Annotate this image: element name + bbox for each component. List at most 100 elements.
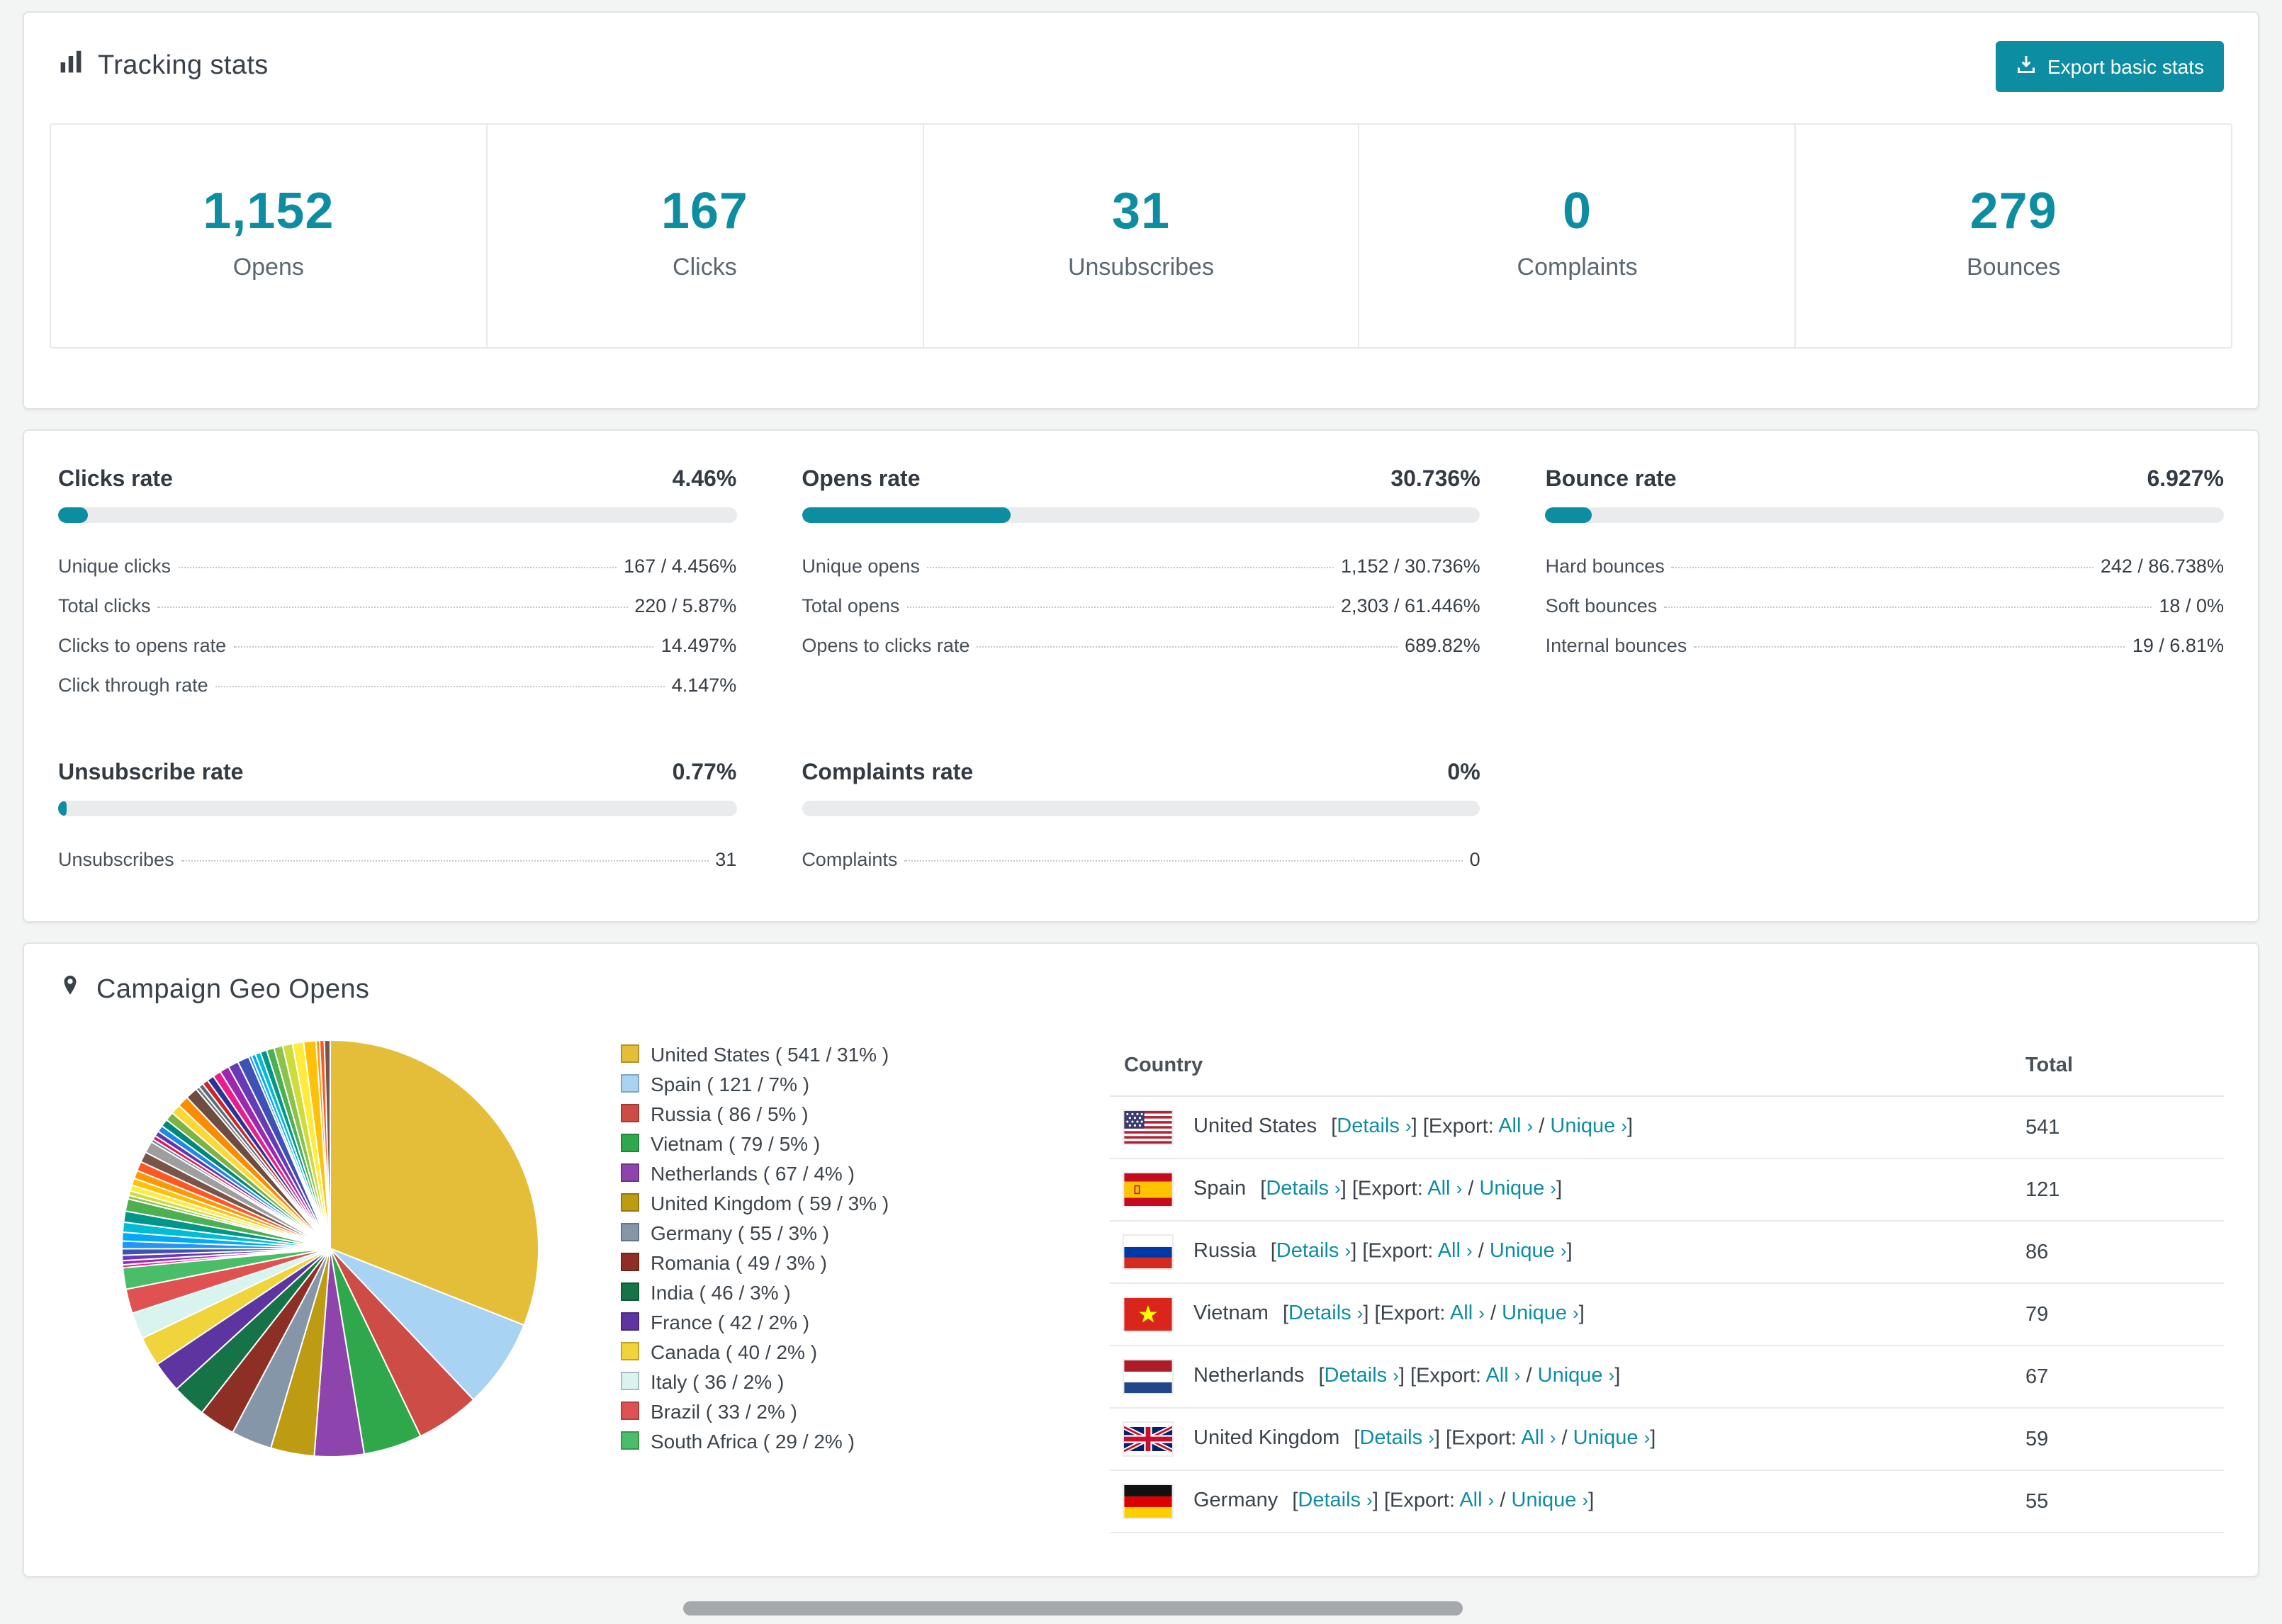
legend-label: United Kingdom ( 59 / 3% ): [651, 1191, 889, 1214]
chevron-right-icon: ›: [1527, 1115, 1534, 1137]
export-all-link[interactable]: All ›: [1427, 1178, 1462, 1201]
details-link[interactable]: Details ›: [1298, 1490, 1372, 1513]
dotted-leader: [215, 685, 665, 687]
rate-block-opens-rate: Opens rate 30.736% Unique opens 1,152 / …: [802, 468, 1480, 704]
country-total: 59: [2011, 1408, 2224, 1471]
stat-label: Clicks: [673, 254, 737, 281]
legend-item-vietnam: Vietnam ( 79 / 5% ): [621, 1128, 982, 1158]
nl-flag-icon: [1124, 1360, 1172, 1393]
export-unique-link[interactable]: Unique ›: [1490, 1241, 1567, 1263]
rate-value: 4.46%: [672, 468, 737, 492]
export-unique-link[interactable]: Unique ›: [1479, 1178, 1556, 1201]
geo-table-row-united-kingdom: United Kingdom [Details ›] [Export: All …: [1110, 1408, 2224, 1471]
geo-title: Campaign Geo Opens: [58, 972, 369, 1008]
rate-row-value: 4.147%: [671, 674, 737, 695]
country-total: 79: [2011, 1283, 2224, 1346]
geo-table: Country Total United States [Details ›] …: [1110, 1036, 2224, 1533]
rate-row-label: Total opens: [802, 594, 900, 616]
geo-table-row-united-states: United States [Details ›] [Export: All ›…: [1110, 1096, 2224, 1159]
export-icon: [2015, 54, 2036, 79]
country-name: Spain: [1193, 1178, 1247, 1201]
chevron-right-icon: ›: [1643, 1427, 1651, 1449]
export-all-link[interactable]: All ›: [1450, 1303, 1485, 1326]
details-link[interactable]: Details ›: [1266, 1178, 1340, 1201]
chevron-right-icon: ›: [1456, 1178, 1463, 1200]
export-all-link[interactable]: All ›: [1459, 1490, 1494, 1513]
geo-pie-chart: [118, 1036, 543, 1468]
export-all-link[interactable]: All ›: [1521, 1428, 1556, 1450]
legend-label: South Africa ( 29 / 2% ): [651, 1429, 855, 1452]
details-link[interactable]: Details ›: [1276, 1241, 1351, 1263]
rate-progress-bar: [802, 801, 1480, 816]
dotted-leader: [157, 606, 628, 607]
export-unique-link[interactable]: Unique ›: [1502, 1303, 1579, 1326]
dotted-leader: [1694, 645, 2125, 647]
dotted-leader: [178, 566, 617, 568]
export-unique-link[interactable]: Unique ›: [1512, 1490, 1589, 1513]
legend-item-italy: Italy ( 36 / 2% ): [621, 1366, 982, 1396]
country-column-header: Country: [1110, 1036, 2011, 1097]
export-all-link[interactable]: All ›: [1498, 1116, 1533, 1139]
chevron-right-icon: ›: [1608, 1365, 1615, 1387]
dotted-leader: [906, 606, 1334, 607]
legend-swatch: [621, 1104, 639, 1122]
legend-swatch: [621, 1074, 639, 1093]
rate-value: 6.927%: [2147, 468, 2224, 492]
rate-row-value: 167 / 4.456%: [624, 555, 737, 576]
legend-item-india: India ( 46 / 3% ): [621, 1277, 982, 1307]
geo-table-row-russia: Russia [Details ›] [Export: All › / Uniq…: [1110, 1221, 2224, 1284]
bar-chart-icon: [58, 50, 84, 84]
stat-opens: 1,152 Opens: [51, 125, 486, 347]
chevron-right-icon: ›: [1405, 1115, 1412, 1137]
export-all-link[interactable]: All ›: [1438, 1241, 1473, 1263]
rate-block-clicks-rate: Clicks rate 4.46% Unique clicks 167 / 4.…: [58, 468, 737, 704]
export-basic-stats-label: Export basic stats: [2047, 55, 2204, 78]
details-link[interactable]: Details ›: [1325, 1365, 1399, 1388]
stat-complaints: 0 Complaints: [1358, 125, 1795, 347]
export-label: Export:: [1428, 1115, 1494, 1139]
rate-row-label: Clicks to opens rate: [58, 634, 227, 655]
chevron-right-icon: ›: [1582, 1489, 1589, 1511]
rate-row-value: 2,303 / 61.446%: [1340, 594, 1480, 616]
details-link[interactable]: Details ›: [1337, 1116, 1411, 1139]
country-name: Netherlands: [1193, 1365, 1305, 1388]
legend-label: Spain ( 121 / 7% ): [651, 1072, 810, 1095]
export-unique-link[interactable]: Unique ›: [1538, 1365, 1615, 1388]
legend-item-russia: Russia ( 86 / 5% ): [621, 1098, 982, 1128]
rate-row: Unsubscribes 31: [58, 839, 736, 879]
dotted-leader: [904, 859, 1463, 861]
us-flag-icon: [1124, 1111, 1172, 1144]
rate-row: Soft bounces 18 / 0%: [1546, 585, 2224, 625]
chevron-right-icon: ›: [1550, 1178, 1557, 1200]
rate-row-label: Total clicks: [58, 594, 151, 616]
country-total: 121: [2011, 1158, 2224, 1222]
dotted-leader: [926, 566, 1334, 568]
rates-grid: Clicks rate 4.46% Unique clicks 167 / 4.…: [58, 468, 2224, 879]
stat-value: 31: [1111, 181, 1171, 239]
export-unique-link[interactable]: Unique ›: [1573, 1428, 1651, 1450]
geo-header: Campaign Geo Opens: [24, 944, 2258, 1008]
rates-card: Clicks rate 4.46% Unique clicks 167 / 4.…: [23, 429, 2259, 923]
export-basic-stats-button[interactable]: Export basic stats: [1995, 41, 2224, 92]
chevron-right-icon: ›: [1573, 1302, 1579, 1324]
details-link[interactable]: Details ›: [1359, 1428, 1434, 1450]
export-all-link[interactable]: All ›: [1485, 1365, 1520, 1388]
chevron-right-icon: ›: [1428, 1427, 1434, 1449]
country-total: 67: [2011, 1346, 2224, 1409]
map-pin-icon: [58, 972, 82, 1008]
legend-item-united-kingdom: United Kingdom ( 59 / 3% ): [621, 1188, 982, 1217]
export-unique-link[interactable]: Unique ›: [1550, 1116, 1627, 1139]
rate-row-label: Unique clicks: [58, 555, 172, 576]
horizontal-scrollbar-thumb[interactable]: [683, 1601, 1463, 1615]
rate-row-label: Unsubscribes: [58, 848, 174, 869]
rate-row-value: 14.497%: [661, 634, 737, 655]
stat-bounces: 279 Bounces: [1794, 125, 2231, 347]
chevron-right-icon: ›: [1488, 1489, 1495, 1511]
legend-item-united-states: United States ( 541 / 31% ): [621, 1039, 982, 1068]
rate-block-complaints-rate: Complaints rate 0% Complaints 0: [802, 761, 1480, 879]
de-flag-icon: [1124, 1485, 1172, 1518]
dotted-leader: [1664, 606, 2152, 607]
legend-label: Canada ( 40 / 2% ): [651, 1340, 818, 1363]
stat-value: 167: [661, 181, 748, 239]
details-link[interactable]: Details ›: [1288, 1303, 1363, 1326]
